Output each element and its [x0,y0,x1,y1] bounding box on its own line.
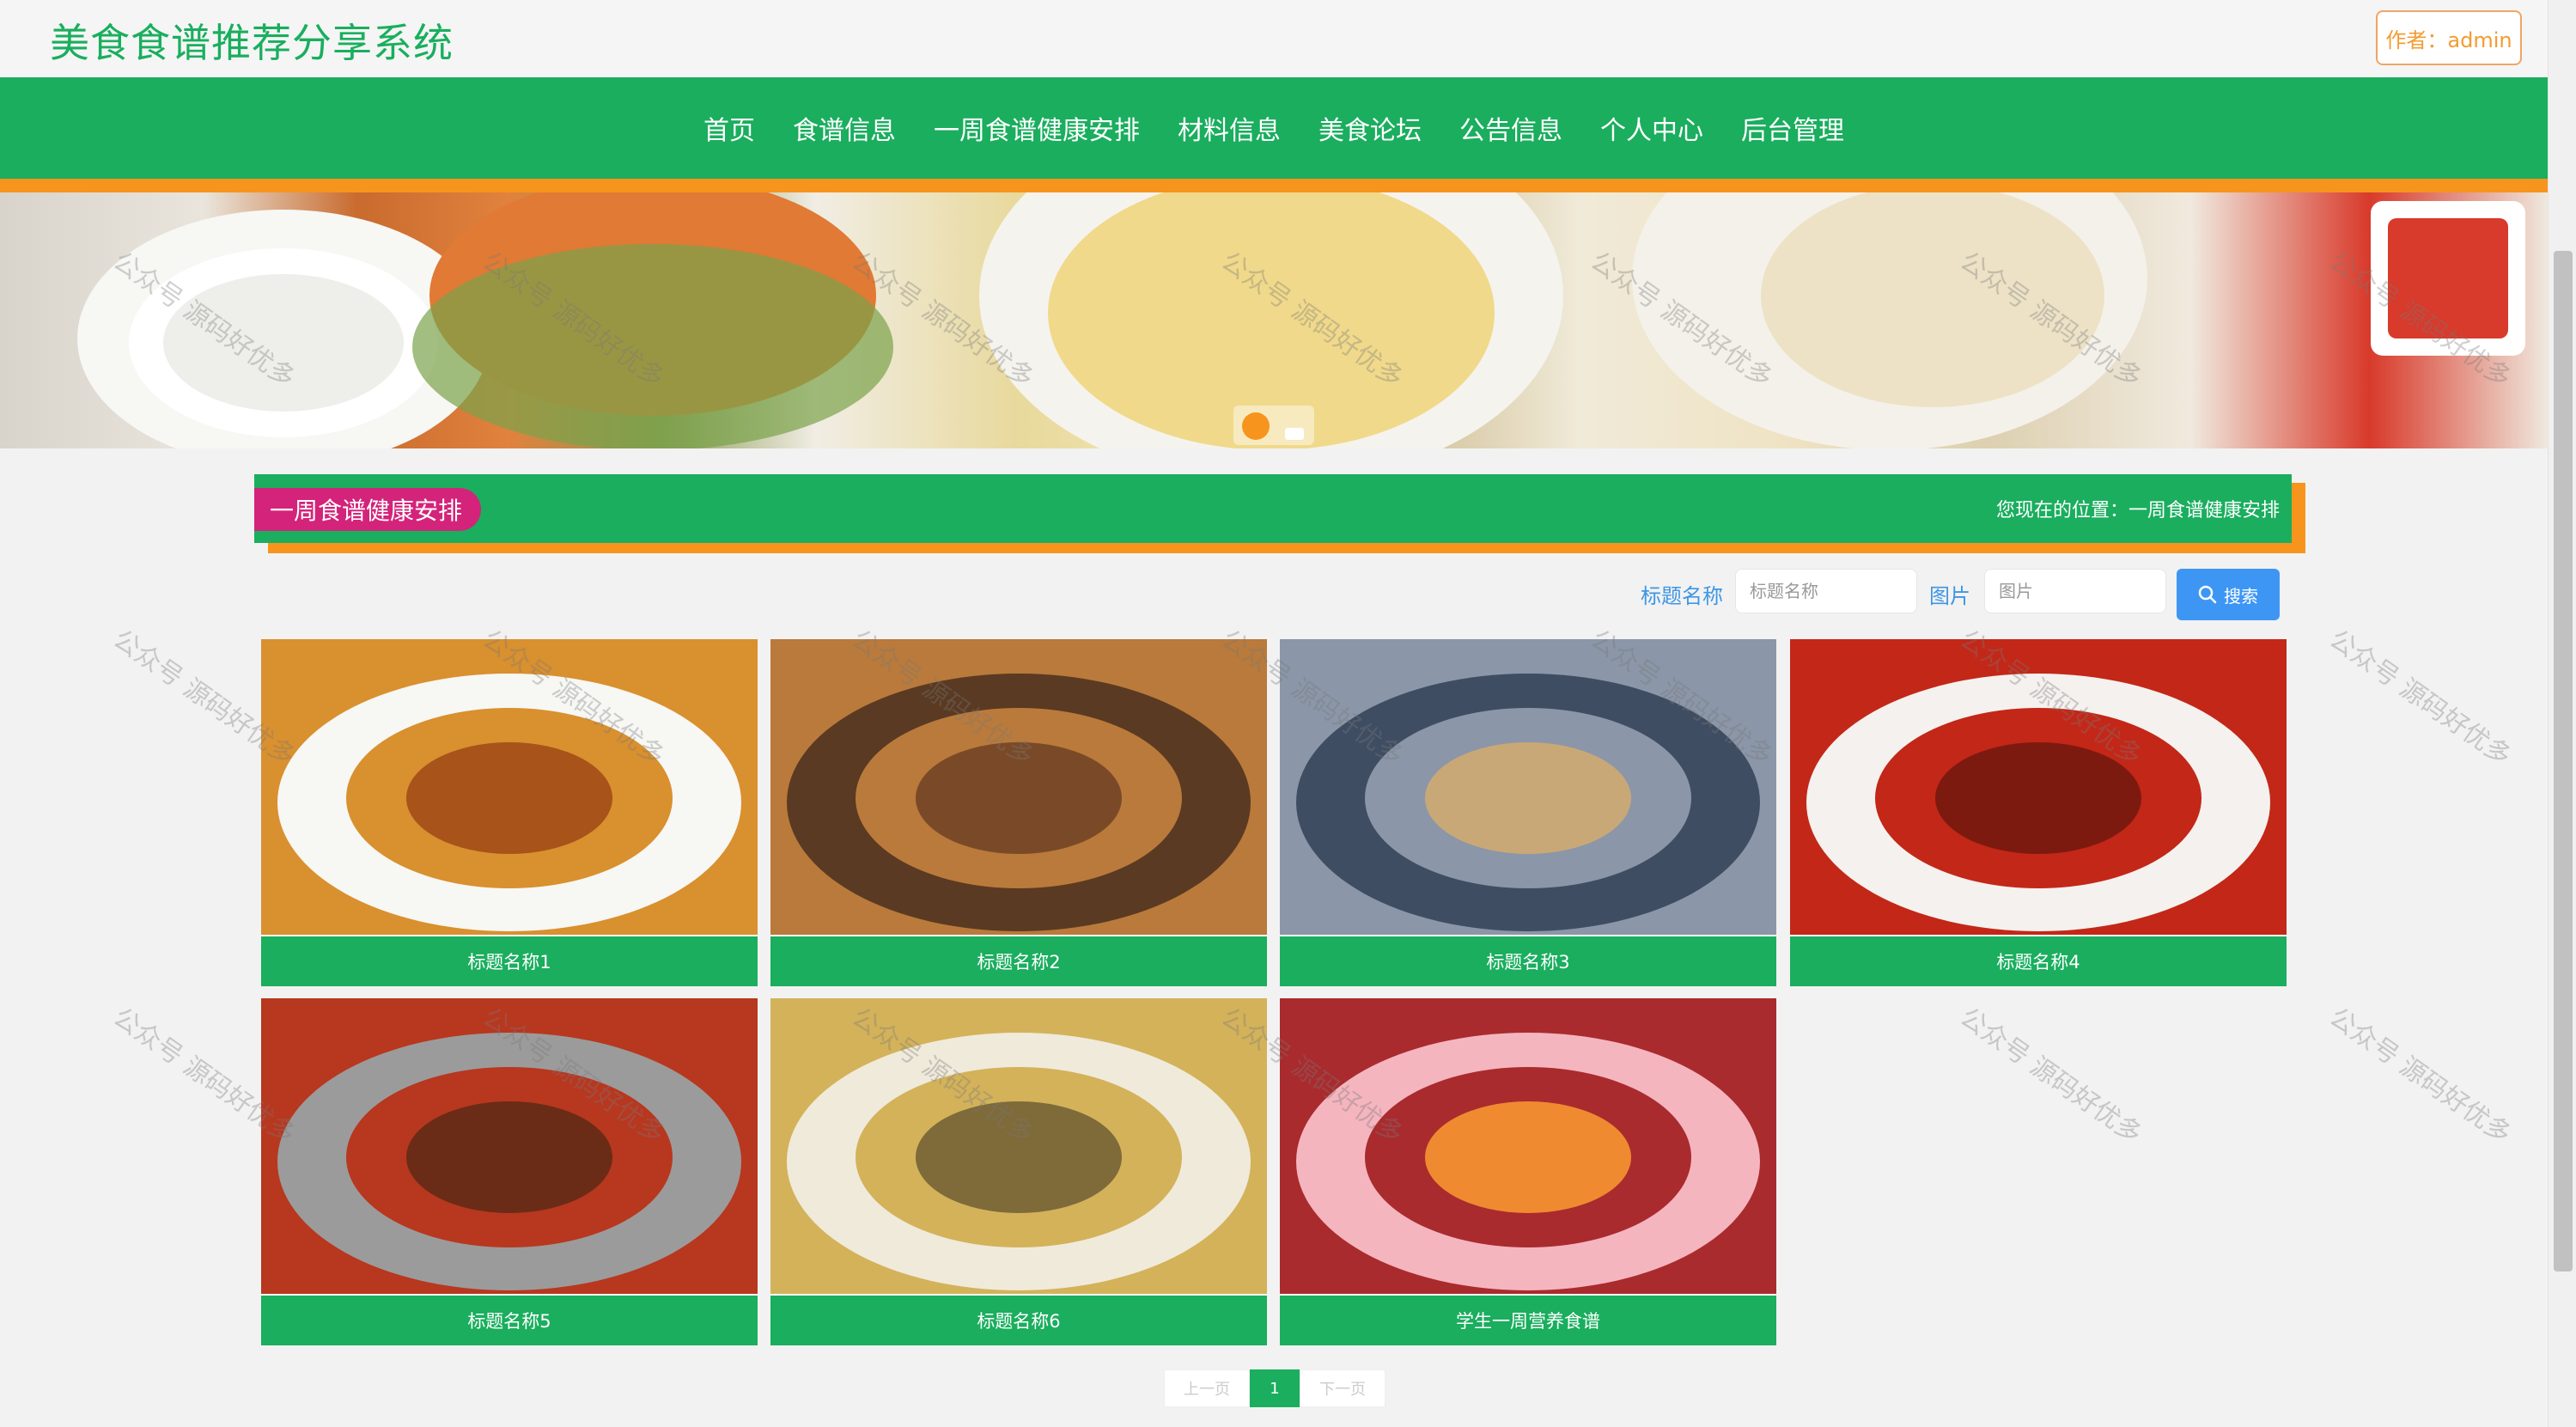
nav-item-weekly-plan[interactable]: 一周食谱健康安排 [915,109,1159,147]
recipe-image[interactable] [1280,639,1776,935]
image-search-label: 图片 [1929,584,1970,608]
nav-item-user-center[interactable]: 个人中心 [1581,109,1722,147]
recipe-caption[interactable]: 标题名称2 [770,936,1267,986]
site-title: 美食食谱推荐分享系统 [50,20,454,66]
carousel-dot-active[interactable] [1242,412,1270,440]
nav-item-admin[interactable]: 后台管理 [1722,109,1863,147]
recipe-card[interactable]: 标题名称3 [1280,639,1776,986]
nav-item-home[interactable]: 首页 [685,109,774,147]
recipe-caption[interactable]: 标题名称4 [1790,936,2287,986]
recipe-caption[interactable]: 标题名称6 [770,1296,1267,1345]
app-root: 美食食谱推荐分享系统 作者：admin 首页 食谱信息 一周食谱健康安排 材料信… [0,0,2576,1427]
next-page-button[interactable]: 下一页 [1300,1369,1385,1407]
recipe-image[interactable] [770,639,1267,935]
carousel-indicator [1233,406,1314,445]
page-scrollbar[interactable] [2548,0,2576,1427]
nav-item-ingredients[interactable]: 材料信息 [1159,109,1300,147]
main-nav: 首页 食谱信息 一周食谱健康安排 材料信息 美食论坛 公告信息 个人中心 后台管… [0,77,2548,179]
recipe-card[interactable]: 学生一周营养食谱 [1280,998,1776,1345]
title-search-input[interactable] [1735,569,1917,613]
recipe-card[interactable]: 标题名称4 [1790,639,2287,986]
recipe-card[interactable]: 标题名称2 [770,639,1267,986]
carousel-dot[interactable] [1285,428,1304,440]
recipe-image[interactable] [261,998,758,1294]
watermark: 公众号 源码好优多 [2323,624,2517,772]
breadcrumb: 您现在的位置：一周食谱健康安排 [1995,500,2280,521]
watermark: 公众号 源码好优多 [2323,1002,2517,1150]
recipe-image[interactable] [261,639,758,935]
recipe-card[interactable]: 标题名称5 [261,998,758,1345]
section-title: 一周食谱健康安排 [254,488,481,531]
nav-item-announcements[interactable]: 公告信息 [1440,109,1581,147]
recipe-caption[interactable]: 标题名称5 [261,1296,758,1345]
top-header: 美食食谱推荐分享系统 作者：admin [0,0,2548,77]
nav-item-forum[interactable]: 美食论坛 [1300,109,1440,147]
scrollbar-thumb[interactable] [2554,251,2573,1271]
image-search-input[interactable] [1984,569,2166,613]
current-page-button[interactable]: 1 [1250,1369,1300,1407]
prev-page-button[interactable]: 上一页 [1164,1369,1250,1407]
recipe-image[interactable] [1790,639,2287,935]
search-icon [2198,585,2217,604]
nav-accent-bar [0,179,2548,192]
search-button[interactable]: 搜索 [2177,569,2280,620]
recipe-image[interactable] [1280,998,1776,1294]
title-search-label: 标题名称 [1641,584,1723,608]
recipe-card[interactable]: 标题名称6 [770,998,1267,1345]
recipe-caption[interactable]: 标题名称1 [261,936,758,986]
section-header-bar [254,474,2292,543]
search-button-label: 搜索 [2224,587,2258,607]
watermark: 公众号 源码好优多 [1954,1002,2147,1150]
recipe-card[interactable]: 标题名称1 [261,639,758,986]
recipe-image[interactable] [770,998,1267,1294]
nav-item-recipes[interactable]: 食谱信息 [774,109,915,147]
author-badge[interactable]: 作者：admin [2376,10,2522,65]
nav-items: 首页 食谱信息 一周食谱健康安排 材料信息 美食论坛 公告信息 个人中心 后台管… [0,77,2548,179]
recipe-caption[interactable]: 学生一周营养食谱 [1280,1296,1776,1345]
recipe-caption[interactable]: 标题名称3 [1280,936,1776,986]
